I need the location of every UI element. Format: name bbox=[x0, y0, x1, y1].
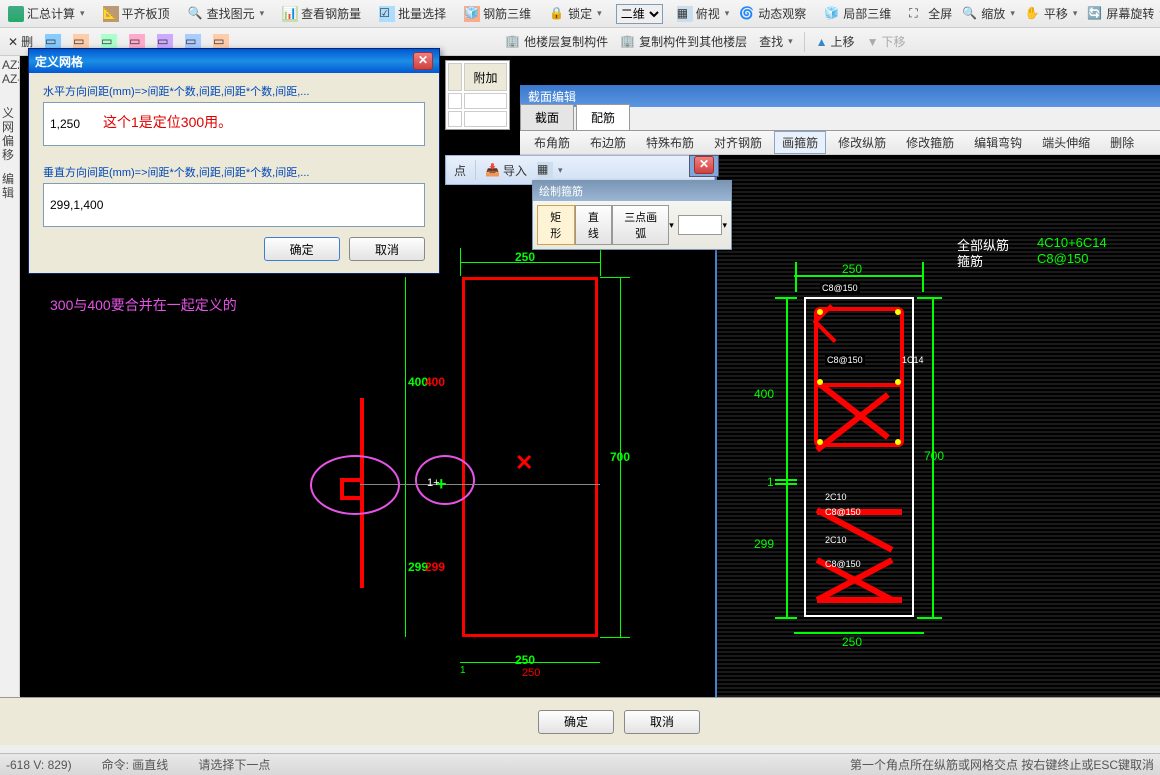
status-hint: 第一个角点所在纵筋或网格交点 按右键终止或ESC键取消 bbox=[850, 756, 1154, 773]
draw-stirrup-panel: 绘制箍筋 矩形 直线 三点画弧▾ ▾ bbox=[532, 180, 732, 250]
dialog-ok-button[interactable]: 确定 bbox=[264, 237, 340, 261]
draw-arc-button[interactable]: 三点画弧 bbox=[612, 205, 669, 245]
tb2-find[interactable]: 查找 bbox=[755, 31, 797, 52]
sub-corner[interactable]: 布角筋 bbox=[526, 131, 578, 154]
sub-stirrup[interactable]: 画箍筋 bbox=[774, 131, 826, 154]
bottom-ok-button[interactable]: 确定 bbox=[538, 710, 614, 734]
tb-local3d[interactable]: 🧊局部三维 bbox=[820, 3, 895, 24]
status-coord: -618 V: 829) bbox=[6, 758, 72, 772]
left-panel: AZ21 AZ- 义网 偏移 编辑 bbox=[0, 56, 20, 696]
sub-mod-stir[interactable]: 修改箍筋 bbox=[898, 131, 962, 154]
sub-special[interactable]: 特殊布筋 bbox=[638, 131, 702, 154]
nav-close-wrap: ✕ bbox=[689, 155, 719, 177]
tb2-copyfrom[interactable]: 🏢他楼层复制构件 bbox=[501, 31, 612, 52]
tb-batch[interactable]: ☑批量选择 bbox=[375, 3, 450, 24]
tb-rebar-qty[interactable]: 📊查看钢筋量 bbox=[278, 3, 365, 24]
pink-ellipse-1 bbox=[310, 455, 400, 515]
dlg-label-v: 垂直方向间距(mm)=>间距*个数,间距,间距*个数,间距,... bbox=[43, 164, 425, 180]
dialog-titlebar[interactable]: 定义网格 ✕ bbox=[29, 49, 439, 73]
sub-delete[interactable]: 删除 bbox=[1102, 131, 1142, 154]
status-prompt: 请选择下一点 bbox=[198, 756, 270, 773]
tb-lock[interactable]: 🔒锁定 bbox=[545, 3, 606, 24]
status-bar: -618 V: 829) 命令: 画直线 请选择下一点 第一个角点所在纵筋或网格… bbox=[0, 753, 1160, 775]
dlg-label-h: 水平方向间距(mm)=>间距*个数,间距,间距*个数,间距,... bbox=[43, 83, 425, 99]
draw-combo[interactable] bbox=[678, 215, 723, 235]
tb-full[interactable]: ⛶全屏 bbox=[905, 3, 956, 24]
nav-import[interactable]: 📥 导入 bbox=[481, 160, 531, 181]
grid-dialog: 定义网格 ✕ 水平方向间距(mm)=>间距*个数,间距,间距*个数,间距,...… bbox=[28, 48, 440, 274]
bottom-cancel-button[interactable]: 取消 bbox=[624, 710, 700, 734]
tb-level[interactable]: 📐平齐板顶 bbox=[99, 3, 174, 24]
sub-edge[interactable]: 布边筋 bbox=[582, 131, 634, 154]
tb-find[interactable]: 🔍查找图元 bbox=[184, 3, 269, 24]
draw-rect-button[interactable]: 矩形 bbox=[537, 205, 575, 245]
tb-zoom[interactable]: 🔍缩放 bbox=[958, 3, 1019, 24]
tb-calc[interactable]: 汇总计算 bbox=[4, 3, 89, 24]
tab-rebar[interactable]: 配筋 bbox=[576, 104, 630, 130]
pink-note: 300与400要合并在一起定义的 bbox=[50, 295, 237, 315]
nav-pt[interactable]: 点 bbox=[450, 160, 470, 181]
dlg-note: 这个1是定位300用。 bbox=[103, 112, 232, 132]
tab-section[interactable]: 截面 bbox=[520, 104, 574, 130]
dialog-title-text: 定义网格 bbox=[35, 53, 83, 70]
tb2-copyto[interactable]: 🏢复制构件到其他楼层 bbox=[616, 31, 751, 52]
sub-extend[interactable]: 端头伸缩 bbox=[1034, 131, 1098, 154]
sub-align[interactable]: 对齐钢筋 bbox=[706, 131, 770, 154]
red-x-icon: ✕ bbox=[515, 450, 533, 476]
property-grid[interactable]: 附加 bbox=[445, 60, 510, 130]
left-sketch: 300与400要合并在一起定义的 250 700 400 400 299 299… bbox=[20, 200, 700, 700]
section-tabs: 截面 配筋 bbox=[520, 107, 1160, 131]
tb-pan[interactable]: ✋平移 bbox=[1021, 3, 1082, 24]
draw-panel-title: 绘制箍筋 bbox=[533, 181, 731, 201]
tb-rotate[interactable]: 🔄屏幕旋转 bbox=[1083, 3, 1160, 24]
sub-mod-long[interactable]: 修改纵筋 bbox=[830, 131, 894, 154]
view-mode-combo[interactable]: 二维 bbox=[616, 4, 663, 24]
tb-rebar3d[interactable]: 🧊钢筋三维 bbox=[460, 3, 535, 24]
nav-close-icon[interactable]: ✕ bbox=[694, 156, 714, 174]
main-toolbar: 汇总计算 📐平齐板顶 🔍查找图元 📊查看钢筋量 ☑批量选择 🧊钢筋三维 🔒锁定 … bbox=[0, 0, 1160, 28]
draw-line-button[interactable]: 直线 bbox=[575, 205, 613, 245]
dialog-cancel-button[interactable]: 取消 bbox=[349, 237, 425, 261]
bottom-button-row: 确定 取消 bbox=[0, 697, 1160, 745]
dialog-close-icon[interactable]: ✕ bbox=[413, 52, 433, 70]
tb2-down[interactable]: ▼ 下移 bbox=[863, 31, 910, 52]
nav-more[interactable]: ▦ bbox=[533, 160, 567, 180]
tb2-up[interactable]: ▲ 上移 bbox=[812, 31, 859, 52]
vertical-spacing-input[interactable] bbox=[43, 183, 425, 227]
horizontal-spacing-input[interactable] bbox=[43, 102, 425, 146]
section-sub-toolbar: 布角筋 布边筋 特殊布筋 对齐钢筋 画箍筋 修改纵筋 修改箍筋 编辑弯钩 端头伸… bbox=[520, 131, 1160, 155]
tb-orbit[interactable]: 🌀动态观察 bbox=[735, 3, 810, 24]
sub-hook[interactable]: 编辑弯钩 bbox=[966, 131, 1030, 154]
tb-top[interactable]: ▦俯视 bbox=[673, 3, 734, 24]
right-sketch: 全部纵筋 4C10+6C14 箍筋 C8@150 250 C8@150 C8@1… bbox=[715, 157, 1160, 702]
